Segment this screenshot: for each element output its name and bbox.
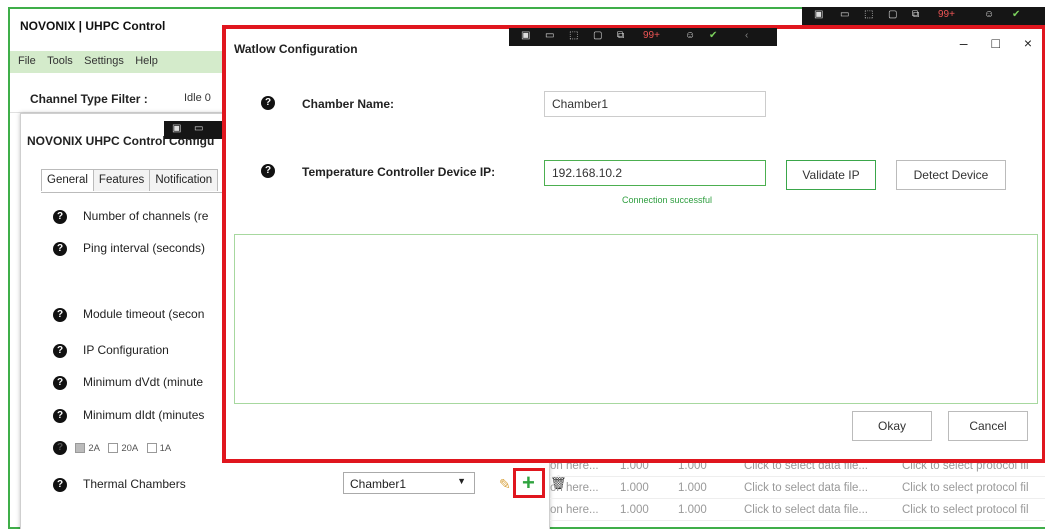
pointer-icon[interactable]: ⬚ <box>864 9 873 20</box>
minimize-icon[interactable]: – <box>960 35 968 51</box>
setting-label: Number of channels (re <box>83 209 209 223</box>
setting-ping: ? Ping interval (seconds) <box>53 241 205 256</box>
maximize-icon[interactable]: □ <box>991 35 999 51</box>
setting-label: Minimum dIdt (minutes <box>83 408 205 422</box>
validate-ip-button[interactable]: Validate IP <box>786 160 876 190</box>
help-icon[interactable]: ? <box>53 307 67 322</box>
connection-status: Connection successful <box>622 195 713 205</box>
table-row[interactable]: on here... 1.000 1.000 Click to select d… <box>550 477 1045 499</box>
check-icon[interactable]: ✔ <box>709 30 717 41</box>
chamber-name-label: Chamber Name: <box>302 97 395 111</box>
data-file-cell[interactable]: Click to select data file... <box>744 482 868 494</box>
detect-device-button[interactable]: Detect Device <box>896 160 1006 190</box>
current-20a[interactable]: 20A <box>108 443 138 454</box>
help-icon[interactable]: ? <box>261 164 275 178</box>
help-icon[interactable]: ? <box>53 375 67 390</box>
config-tabs: General Features Notification <box>41 169 219 193</box>
capture-toolbar-small: ▣ ▭ <box>164 121 222 139</box>
menu-file[interactable]: File <box>18 55 36 67</box>
window-icon[interactable]: ▭ <box>194 123 203 134</box>
notification-badge[interactable]: 99+ <box>643 30 660 41</box>
record-icon[interactable]: ⧉ <box>912 9 919 20</box>
data-file-cell[interactable]: Click to select data file... <box>744 504 868 516</box>
cancel-button[interactable]: Cancel <box>948 411 1028 441</box>
watlow-dialog-title: Watlow Configuration <box>234 42 358 56</box>
setting-label: Module timeout (secon <box>83 307 205 321</box>
grid-cell: on here... <box>550 482 599 494</box>
grid-cell: 1.000 <box>678 482 707 494</box>
screenshot-icon[interactable]: ▣ <box>172 123 181 134</box>
chamber-select[interactable]: Chamber1 ▼ <box>343 472 475 494</box>
edit-pencil-icon[interactable]: ✎ <box>499 476 511 493</box>
setting-ip: ? IP Configuration <box>53 343 169 358</box>
tab-notification[interactable]: Notification <box>149 169 219 191</box>
window-icon[interactable]: ▭ <box>545 30 554 41</box>
table-row[interactable]: on here... 1.000 1.000 Click to select d… <box>550 499 1045 521</box>
checkbox-icon[interactable] <box>146 443 157 454</box>
capture-toolbar: ▣ ▭ ⬚ ▢ ⧉ 99+ ☺ ✔ <box>802 7 1045 25</box>
current-2a[interactable]: 2A <box>75 443 100 454</box>
record-icon[interactable]: ⧉ <box>617 30 624 41</box>
channel-type-filter-value[interactable]: Idle 0 <box>184 92 211 104</box>
channel-type-filter-label: Channel Type Filter : <box>30 92 148 106</box>
tab-features[interactable]: Features <box>92 169 151 191</box>
help-icon[interactable]: ? <box>53 343 67 358</box>
grid-cell: 1.000 <box>620 504 649 516</box>
add-chamber-highlight: + <box>513 468 545 498</box>
window-controls: – □ × <box>940 35 1032 51</box>
setting-label: Ping interval (seconds) <box>83 241 206 255</box>
chevron-down-icon: ▼ <box>457 476 466 486</box>
region-icon[interactable]: ▢ <box>888 9 897 20</box>
chevron-left-icon[interactable]: ‹ <box>745 30 748 41</box>
log-output-area[interactable] <box>234 234 1038 404</box>
grid-cell: on here... <box>550 504 599 516</box>
setting-label: IP Configuration <box>83 343 169 357</box>
setting-dvdt: ? Minimum dVdt (minute <box>53 375 203 390</box>
setting-channels: ? Number of channels (re <box>53 209 208 224</box>
watlow-config-dialog: Watlow Configuration – □ × ▣ ▭ ⬚ ▢ ⧉ 99+… <box>222 25 1045 463</box>
setting-currents: ? 2A 20A 1A <box>53 440 176 455</box>
device-ip-label: Temperature Controller Device IP: <box>302 165 496 179</box>
grid-cell: 1.000 <box>678 504 707 516</box>
channel-grid: on here... 1.000 1.000 Click to select d… <box>550 455 1045 521</box>
chamber-name-input[interactable] <box>544 91 766 117</box>
region-icon[interactable]: ▢ <box>593 30 602 41</box>
tab-general[interactable]: General <box>41 169 94 191</box>
capture-toolbar-dialog: ▣ ▭ ⬚ ▢ ⧉ 99+ ☺ ✔ ‹ <box>509 28 777 46</box>
okay-button[interactable]: Okay <box>852 411 932 441</box>
checkbox-icon[interactable] <box>75 443 86 454</box>
setting-thermal-chambers: ? Thermal Chambers Chamber1 ▼ ✎ + 🗑 <box>53 468 567 498</box>
device-ip-input[interactable] <box>544 160 766 186</box>
protocol-file-cell[interactable]: Click to select protocol fil <box>902 482 1029 494</box>
screenshot-icon[interactable]: ▣ <box>814 9 823 20</box>
menu-tools[interactable]: Tools <box>47 55 73 67</box>
pointer-icon[interactable]: ⬚ <box>569 30 578 41</box>
check-icon[interactable]: ✔ <box>1012 9 1020 20</box>
add-chamber-button[interactable]: + <box>522 471 535 495</box>
window-icon[interactable]: ▭ <box>840 9 849 20</box>
close-icon[interactable]: × <box>1024 35 1032 51</box>
protocol-file-cell[interactable]: Click to select protocol fil <box>902 504 1029 516</box>
help-icon[interactable]: ? <box>53 440 67 455</box>
help-icon[interactable]: ? <box>53 241 67 256</box>
current-1a[interactable]: 1A <box>146 443 171 454</box>
help-icon[interactable]: ? <box>261 96 275 110</box>
notification-badge[interactable]: 99+ <box>938 9 955 20</box>
chamber-select-value: Chamber1 <box>350 477 407 491</box>
setting-timeout: ? Module timeout (secon <box>53 307 204 322</box>
setting-label: Thermal Chambers <box>83 477 186 491</box>
help-icon[interactable]: ? <box>53 408 67 423</box>
grid-cell: 1.000 <box>620 482 649 494</box>
screenshot-icon[interactable]: ▣ <box>521 30 530 41</box>
menu-settings[interactable]: Settings <box>84 55 124 67</box>
accessibility-icon[interactable]: ☺ <box>984 9 994 20</box>
checkbox-icon[interactable] <box>108 443 119 454</box>
help-icon[interactable]: ? <box>53 209 67 224</box>
setting-label: Minimum dVdt (minute <box>83 375 204 389</box>
menu-help[interactable]: Help <box>135 55 158 67</box>
setting-didt: ? Minimum dIdt (minutes <box>53 408 204 423</box>
accessibility-icon[interactable]: ☺ <box>685 30 695 41</box>
app-title: NOVONIX | UHPC Control <box>20 19 166 33</box>
help-icon[interactable]: ? <box>53 477 67 492</box>
